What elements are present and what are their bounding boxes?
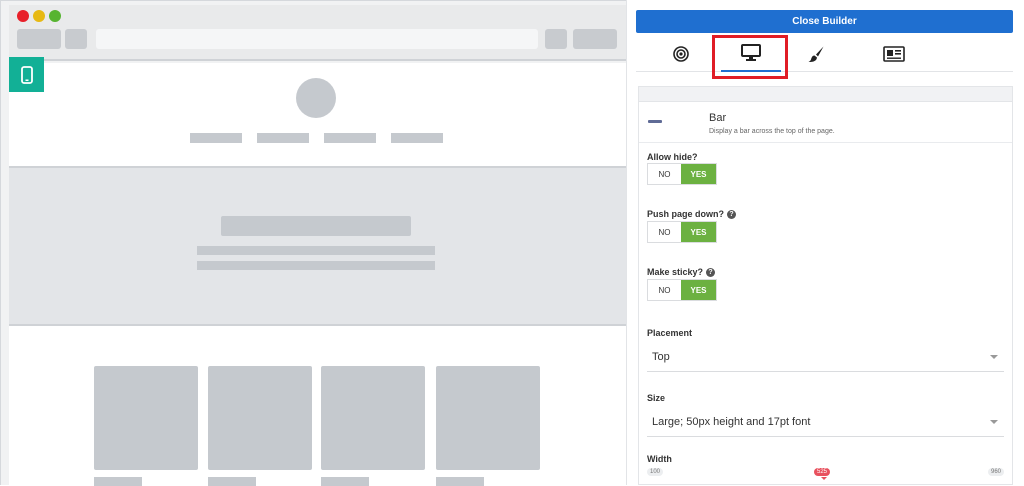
browser-forward-placeholder <box>65 29 87 49</box>
builder-tabs <box>636 36 1013 72</box>
nav-placeholder <box>190 133 242 143</box>
nav-placeholder <box>257 133 309 143</box>
browser-menu-placeholder <box>573 29 617 49</box>
width-slider-value: 525 <box>814 468 831 476</box>
browser-chrome <box>9 5 627 61</box>
mobile-phone-icon <box>20 65 33 84</box>
width-slider-max: 960 <box>987 468 1004 476</box>
nav-placeholder <box>324 133 376 143</box>
card-placeholder <box>321 366 425 470</box>
bar-title: Bar <box>709 112 727 124</box>
display-type-bar[interactable]: Bar Display a bar across the top of the … <box>639 102 1012 143</box>
push-page-down-label-text: Push page down? <box>647 209 725 219</box>
allow-hide-no[interactable]: NO <box>648 164 682 184</box>
size-select[interactable]: Large; 50px height and 17pt font <box>647 407 1004 437</box>
size-value: Large; 50px height and 17pt font <box>652 415 811 428</box>
size-label-text: Size <box>647 393 666 403</box>
form-header <box>639 87 1012 102</box>
make-sticky-no[interactable]: NO <box>648 280 682 300</box>
tab-goal[interactable] <box>651 36 711 72</box>
browser-back-placeholder <box>17 29 61 49</box>
card-placeholder <box>94 366 198 470</box>
push-page-down-yes[interactable]: YES <box>681 222 716 242</box>
allow-hide-label: Allow hide? <box>647 152 698 162</box>
bar-icon <box>648 120 662 123</box>
hero-section-placeholder <box>9 166 627 326</box>
tab-content[interactable] <box>864 36 924 72</box>
placement-value: Top <box>652 350 670 363</box>
builder-panel: Close Builder Bar Display a bar across t… <box>626 0 1024 485</box>
make-sticky-label: Make sticky? ? <box>647 267 716 277</box>
allow-hide-yes[interactable]: YES <box>681 164 716 184</box>
card-placeholder <box>436 366 540 470</box>
browser-action-placeholder <box>545 29 567 49</box>
size-label: Size <box>647 393 665 403</box>
placement-label: Placement <box>647 328 692 338</box>
chevron-down-icon <box>990 355 998 359</box>
browser-address-bar <box>96 29 538 49</box>
placement-label-text: Placement <box>647 328 693 338</box>
preview-area <box>0 0 627 486</box>
window-minimize-dot <box>33 10 45 22</box>
window-close-dot <box>17 10 29 22</box>
chevron-down-icon <box>990 420 998 424</box>
make-sticky-label-text: Make sticky? <box>647 267 704 277</box>
help-icon[interactable]: ? <box>727 209 737 219</box>
bar-description: Display a bar across the top of the page… <box>709 128 835 135</box>
close-builder-button[interactable]: Close Builder <box>636 10 1013 33</box>
placement-select[interactable]: Top <box>647 342 1004 372</box>
card-placeholder <box>208 366 312 470</box>
width-label-text: Width <box>647 454 672 464</box>
brush-icon <box>808 46 824 62</box>
slider-pointer-icon <box>821 477 827 480</box>
push-page-down-no[interactable]: NO <box>648 222 682 242</box>
push-page-down-toggle[interactable]: NO YES <box>647 221 717 243</box>
logo-placeholder <box>296 78 336 118</box>
hero-text-placeholder <box>197 246 435 255</box>
hero-text-placeholder <box>197 261 435 270</box>
width-slider[interactable]: 100 525 960 <box>647 467 1004 483</box>
display-settings-form: Bar Display a bar across the top of the … <box>638 86 1013 485</box>
help-icon[interactable]: ? <box>706 267 716 277</box>
push-page-down-label: Push page down? ? <box>647 209 737 219</box>
newspaper-icon <box>883 46 905 62</box>
highlight-annotation <box>712 35 788 79</box>
mobile-preview-button[interactable] <box>9 57 44 92</box>
width-label: Width <box>647 454 672 464</box>
window-maximize-dot <box>49 10 61 22</box>
make-sticky-toggle[interactable]: NO YES <box>647 279 717 301</box>
target-icon <box>673 46 689 62</box>
tab-style[interactable] <box>786 36 846 72</box>
width-slider-min: 100 <box>647 468 664 476</box>
make-sticky-yes[interactable]: YES <box>681 280 716 300</box>
allow-hide-label-text: Allow hide? <box>647 152 698 162</box>
nav-placeholder <box>391 133 443 143</box>
hero-title-placeholder <box>221 216 411 236</box>
allow-hide-toggle[interactable]: NO YES <box>647 163 717 185</box>
